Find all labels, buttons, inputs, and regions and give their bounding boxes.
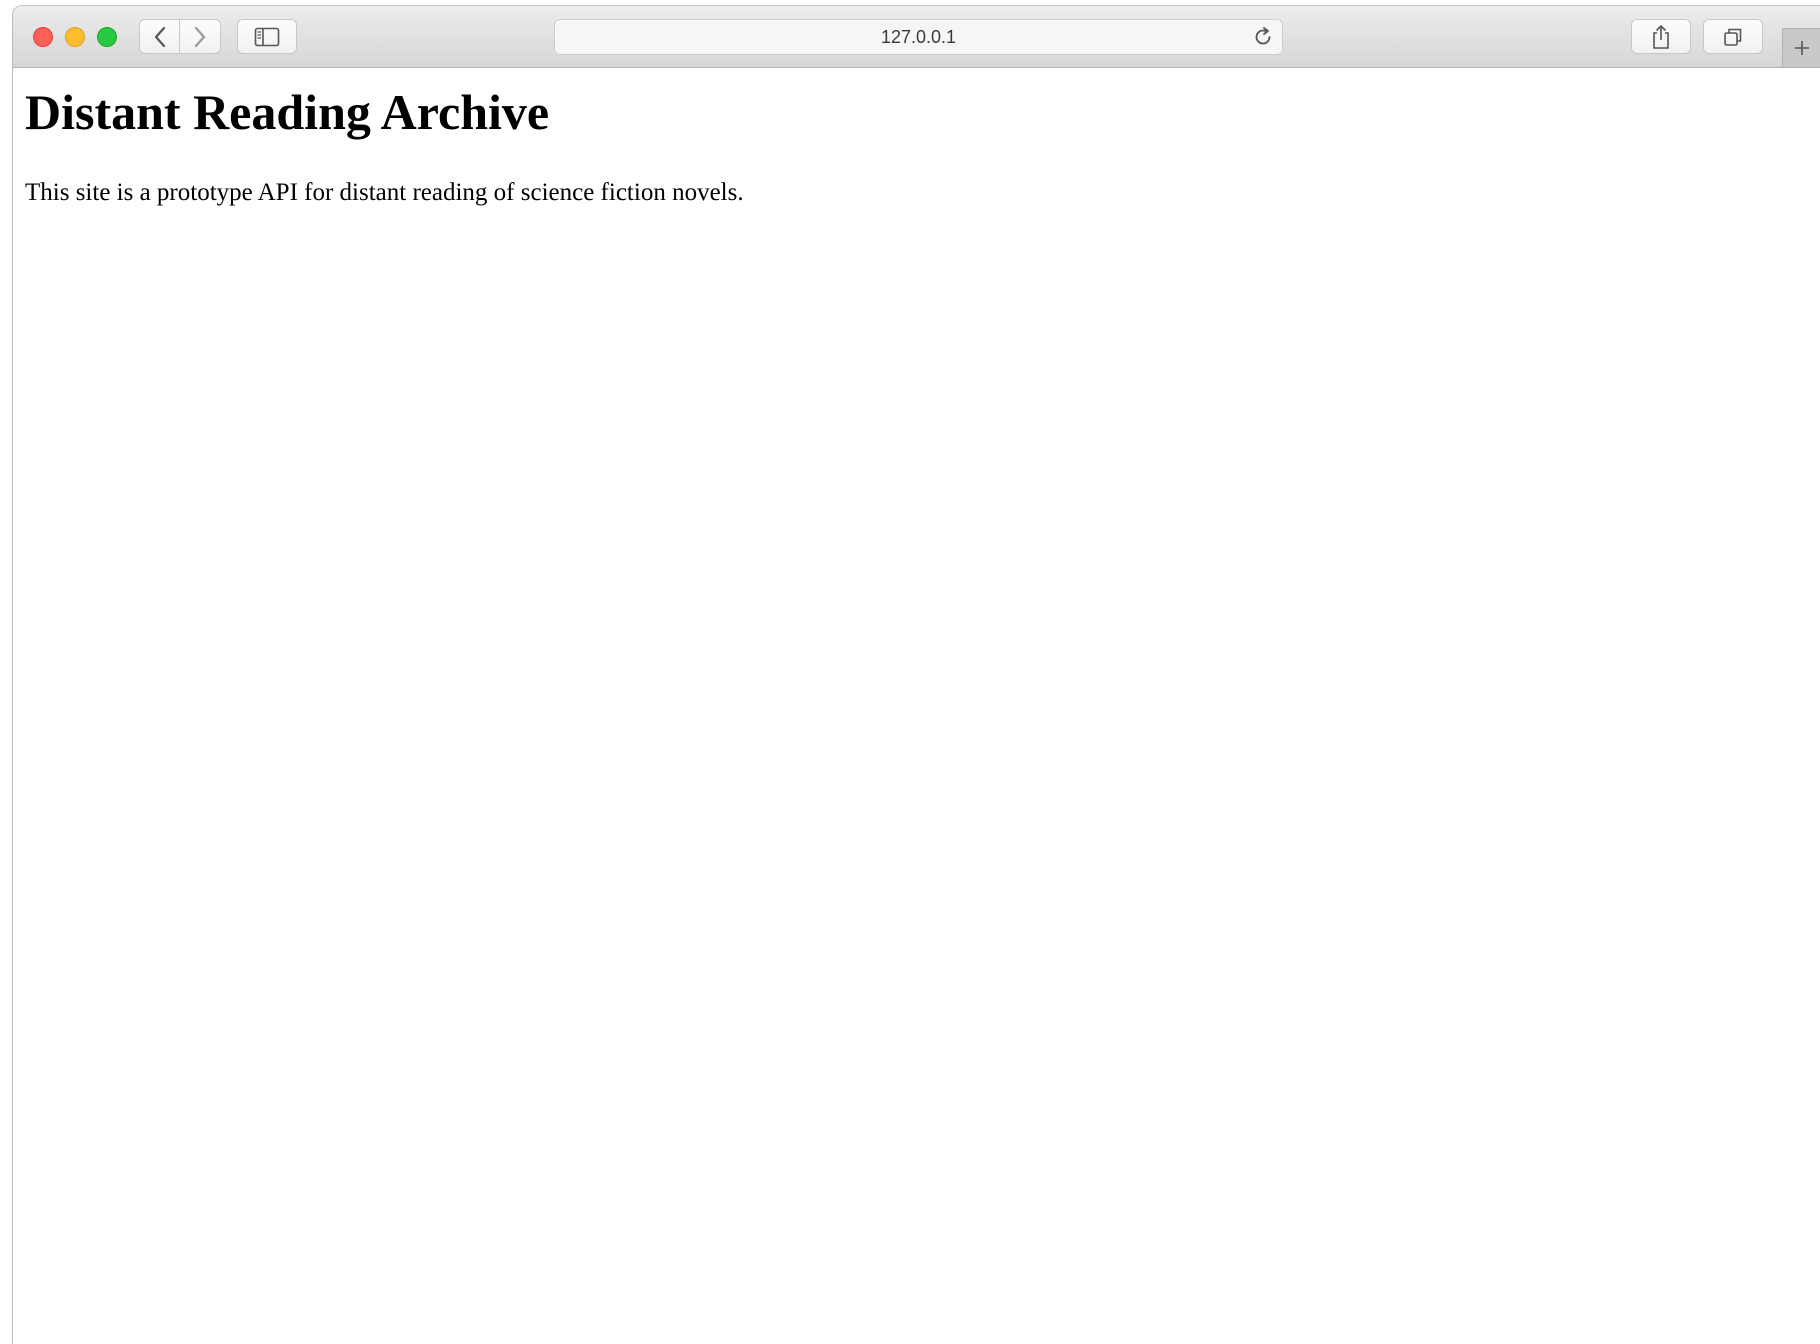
share-icon [1653, 24, 1669, 49]
tab-overview-icon [1724, 28, 1742, 46]
address-bar[interactable]: 127.0.0.1 [554, 19, 1283, 55]
browser-toolbar: 127.0.0.1 [13, 6, 1820, 68]
back-button[interactable] [139, 19, 180, 54]
sidebar-icon [254, 27, 280, 46]
tab-overview-button[interactable] [1703, 19, 1763, 54]
page-title: Distant Reading Archive [25, 84, 550, 140]
minimize-window-button[interactable] [65, 27, 85, 47]
close-window-button[interactable] [33, 27, 53, 47]
browser-window: 127.0.0.1 Distant Reading Archive This s… [12, 5, 1820, 1344]
page-content: Distant Reading Archive This site is a p… [13, 68, 1820, 1344]
forward-button[interactable] [180, 19, 221, 54]
reload-icon[interactable] [1252, 26, 1274, 48]
chevron-right-icon [194, 26, 206, 47]
chevron-left-icon [154, 26, 165, 47]
zoom-window-button[interactable] [97, 27, 117, 47]
address-url[interactable]: 127.0.0.1 [555, 20, 1282, 54]
plus-icon [1795, 41, 1809, 55]
sidebar-toggle-button[interactable] [237, 19, 297, 54]
share-button[interactable] [1631, 19, 1691, 54]
history-navigation [139, 19, 222, 54]
new-tab-button[interactable] [1782, 28, 1820, 67]
page-description: This site is a prototype API for distant… [25, 179, 744, 206]
